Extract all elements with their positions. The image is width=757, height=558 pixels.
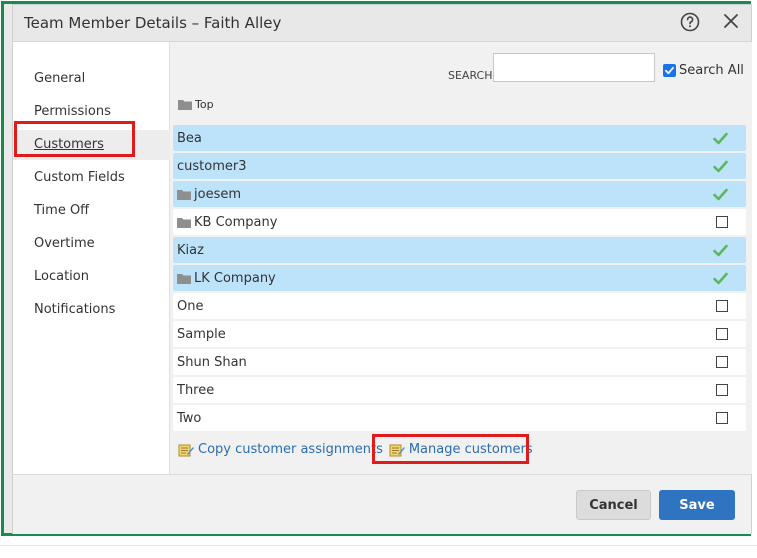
- checkmark-icon[interactable]: [713, 131, 728, 146]
- close-icon[interactable]: [723, 13, 739, 29]
- save-button[interactable]: Save: [659, 490, 735, 520]
- sidebar-item-general[interactable]: General: [13, 64, 170, 94]
- customer-name: Sample: [177, 326, 226, 342]
- customer-row-label: Shun Shan: [177, 355, 247, 370]
- checkmark-icon[interactable]: [713, 271, 728, 286]
- assign-checkbox[interactable]: [716, 356, 728, 368]
- sidebar-item-time-off[interactable]: Time Off: [13, 196, 170, 226]
- checkmark-icon[interactable]: [713, 243, 728, 258]
- customer-name: One: [177, 298, 204, 314]
- customer-row[interactable]: Three: [173, 377, 746, 403]
- copy-assignments-label: Copy customer assignments: [198, 442, 383, 457]
- customer-row[interactable]: KB Company: [173, 209, 746, 235]
- customer-name: joesem: [194, 186, 241, 202]
- checkmark-icon[interactable]: [713, 187, 728, 202]
- highlight-manage-annotation: [372, 434, 529, 464]
- customer-row[interactable]: customer3: [173, 153, 746, 179]
- sidebar-item-custom-fields[interactable]: Custom Fields: [13, 163, 170, 193]
- customer-row[interactable]: joesem: [173, 181, 746, 207]
- assign-checkbox[interactable]: [716, 216, 728, 228]
- customer-row-label: Kiaz: [177, 243, 204, 258]
- customer-row-label: LK Company: [177, 271, 276, 286]
- customer-name: KB Company: [194, 214, 278, 230]
- dialog-footer: Cancel Save: [13, 474, 751, 534]
- customer-row[interactable]: Bea: [173, 125, 746, 151]
- customer-row-label: customer3: [177, 159, 247, 174]
- customer-row[interactable]: Kiaz: [173, 237, 746, 263]
- customer-list: Bea customer3 joesem KB Company Kiaz LK Compa…: [173, 125, 746, 433]
- checkmark-icon: [665, 66, 674, 75]
- customer-row-label: One: [177, 299, 203, 314]
- customer-name: Two: [177, 410, 202, 426]
- cancel-button[interactable]: Cancel: [576, 490, 651, 520]
- notepad-icon: [178, 444, 194, 456]
- customer-row[interactable]: Sample: [173, 321, 746, 347]
- breadcrumb-top[interactable]: Top: [195, 98, 214, 111]
- help-circle-icon[interactable]: [680, 12, 700, 32]
- background-page: [0, 536, 757, 558]
- customer-name: Bea: [177, 130, 202, 146]
- sidebar-item-overtime[interactable]: Overtime: [13, 229, 170, 259]
- customer-name: Shun Shan: [177, 354, 247, 370]
- customer-row-label: Sample: [177, 327, 226, 342]
- customer-row[interactable]: Shun Shan: [173, 349, 746, 375]
- customers-panel: SEARCH Search All Top Bea customer3 joesem…: [170, 42, 752, 474]
- customer-row-label: Bea: [177, 131, 202, 146]
- search-all-toggle[interactable]: Search All: [663, 63, 744, 78]
- customer-row-label: KB Company: [177, 215, 277, 230]
- folder-icon: [178, 100, 192, 110]
- dialog-titlebar: Team Member Details – Faith Alley: [13, 5, 751, 42]
- customer-name: customer3: [177, 158, 247, 174]
- sidebar-nav: General Permissions Customers Custom Fie…: [13, 42, 170, 474]
- folder-icon: [177, 189, 191, 200]
- search-input[interactable]: [493, 53, 655, 82]
- highlight-customers-annotation: [14, 121, 135, 157]
- customer-row[interactable]: LK Company: [173, 265, 746, 291]
- breadcrumb[interactable]: Top: [178, 98, 214, 111]
- customer-row-label: Three: [177, 383, 214, 398]
- copy-assignments-link[interactable]: Copy customer assignments: [178, 442, 383, 457]
- search-label: SEARCH: [448, 69, 493, 82]
- assign-checkbox[interactable]: [716, 300, 728, 312]
- search-all-label: Search All: [679, 63, 744, 78]
- customer-name: Kiaz: [177, 242, 204, 258]
- customer-name: Three: [177, 382, 215, 398]
- assign-checkbox[interactable]: [716, 412, 728, 424]
- sidebar-item-location[interactable]: Location: [13, 262, 170, 292]
- search-all-checkbox[interactable]: [663, 64, 676, 77]
- divider: [0, 545, 757, 546]
- checkmark-icon[interactable]: [713, 159, 728, 174]
- assign-checkbox[interactable]: [716, 384, 728, 396]
- sidebar-item-notifications[interactable]: Notifications: [13, 295, 170, 325]
- customer-row[interactable]: One: [173, 293, 746, 319]
- assign-checkbox[interactable]: [716, 328, 728, 340]
- customer-row-label: Two: [177, 411, 201, 426]
- customer-row-label: joesem: [177, 187, 241, 202]
- folder-icon: [177, 273, 191, 284]
- customer-row[interactable]: Two: [173, 405, 746, 431]
- dialog-title: Team Member Details – Faith Alley: [24, 14, 282, 32]
- folder-icon: [177, 217, 191, 228]
- customer-name: LK Company: [194, 270, 276, 286]
